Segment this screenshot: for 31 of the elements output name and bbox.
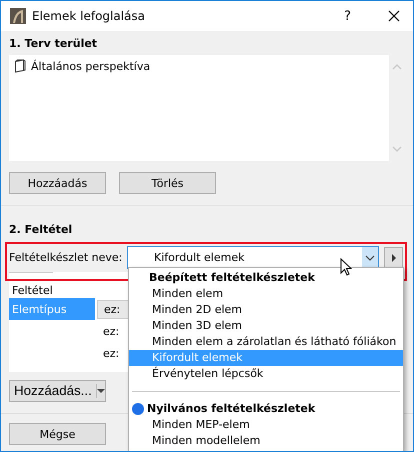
criteria-set-dropdown[interactable]: Kifordult elemek <box>127 246 379 269</box>
dot-icon <box>132 402 144 414</box>
group-heading: Beépített feltételkészletek <box>149 271 315 284</box>
menu-item[interactable]: Érvénytelen lépcsők <box>129 366 403 382</box>
list-item[interactable]: Általános perspektíva <box>9 55 156 77</box>
group-heading: Nyilvános feltételkészletek <box>147 402 316 415</box>
delete-button[interactable]: Törlés <box>119 172 216 194</box>
section-heading: 2. Feltétel <box>9 223 74 237</box>
section-heading: 1. Terv terület <box>9 37 98 51</box>
play-icon <box>390 254 396 262</box>
menu-item[interactable]: Minden modellelem <box>129 433 403 449</box>
menu-item[interactable]: Minden elem <box>129 286 403 302</box>
cancel-button[interactable]: Mégse <box>9 423 106 445</box>
play-button[interactable] <box>384 247 403 268</box>
close-icon[interactable] <box>388 10 400 22</box>
add-split-button[interactable]: Hozzáadás... <box>9 380 106 402</box>
perspective-icon <box>14 59 26 73</box>
caret-icon[interactable] <box>96 389 105 393</box>
table-cell-text: ez: <box>102 346 120 362</box>
menu-item[interactable]: Minden 2D elem <box>129 302 403 318</box>
chevron-down-icon[interactable] <box>365 254 375 262</box>
app-icon <box>10 8 26 24</box>
menu-item[interactable]: Minden elem a zárolatlan és látható fóliákon <box>129 334 403 350</box>
menu-item[interactable]: Minden 3D elem <box>129 318 403 334</box>
menu-item[interactable]: Minden MEP-elem <box>129 417 403 433</box>
help-button[interactable]: ? <box>344 8 351 24</box>
operator-field[interactable]: ez: <box>97 300 131 318</box>
table-cell-text: ez: <box>102 324 120 340</box>
field-label: Feltételkészlet neve: <box>9 251 124 264</box>
add-button[interactable]: Hozzáadás <box>9 172 106 194</box>
window-title: Elemek lefoglalása <box>32 9 146 23</box>
